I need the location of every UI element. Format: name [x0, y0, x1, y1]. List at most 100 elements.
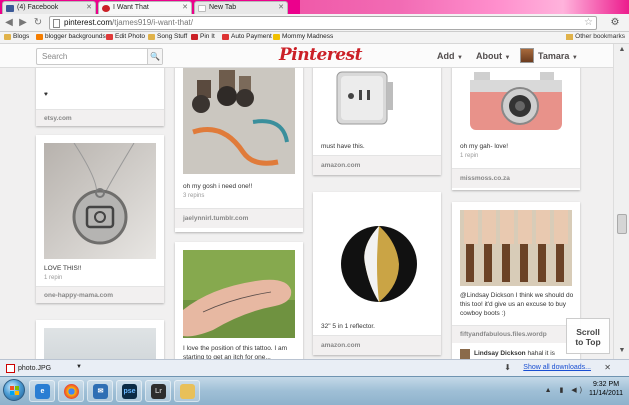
download-filename: photo.JPG	[18, 365, 52, 372]
mommy-madness-icon	[273, 34, 280, 40]
chevron-down-icon[interactable]: ▼	[76, 364, 82, 370]
taskbar: e ✉ pse Lr ▲ ▮ ◀) 9:32 PM 11/14/2011	[0, 376, 629, 405]
scroll-up-icon[interactable]: ▲	[617, 46, 627, 56]
search-icon[interactable]: 🔍	[147, 49, 162, 64]
tab-label: (4) Facebook	[17, 4, 59, 11]
bookmark-item[interactable]: Mommy Madness	[273, 33, 333, 40]
avatar[interactable]	[520, 48, 534, 63]
user-menu[interactable]: Tamara ▼	[538, 51, 578, 61]
other-bookmarks-label: Other bookmarks	[575, 33, 625, 40]
pin-image[interactable]	[321, 206, 433, 318]
commenter-name[interactable]: Lindsay Dickson	[474, 350, 526, 357]
pinterest-icon	[102, 5, 110, 12]
tab-i-want-that[interactable]: I Want That ✕	[98, 1, 192, 14]
bookmarks-bar: Blogs blogger backgrounds Edit Photo Son…	[0, 32, 629, 44]
pin-card[interactable]: oh my gosh i need one!! 3 repins jaelynn…	[175, 68, 303, 232]
pin-description: ♥	[44, 91, 48, 98]
pin-source[interactable]: amazon.com	[313, 155, 441, 175]
pin-image[interactable]	[460, 210, 572, 286]
pin-card[interactable]: must have this. amazon.com	[313, 68, 441, 175]
search-input[interactable]: Search 🔍	[36, 48, 163, 65]
pin-card[interactable]: oh my gah- love! 1 repin missmoss.co.za	[452, 68, 580, 190]
taskbar-outlook[interactable]: ✉	[87, 380, 113, 402]
auto-payment-icon	[222, 34, 229, 40]
taskbar-ie[interactable]: e	[29, 380, 55, 402]
clock-date: 11/14/2011	[589, 390, 623, 397]
pin-card[interactable]: I love the position of this tattoo. I am…	[175, 242, 303, 376]
tab-facebook[interactable]: (4) Facebook ✕	[2, 1, 96, 14]
bookmark-item[interactable]: blogger backgrounds	[36, 33, 106, 40]
bookmark-item[interactable]: Pin It	[191, 33, 215, 40]
pin-source[interactable]: missmoss.co.za	[452, 168, 580, 188]
cowboy-boots-image	[460, 210, 572, 286]
pin-card[interactable]: LOVE THIS!! 1 repin one-happy-mama.com	[36, 135, 164, 303]
wrench-icon[interactable]: ⚙	[609, 17, 621, 29]
download-item[interactable]: photo.JPG ▼	[4, 362, 84, 375]
page-icon	[53, 19, 60, 28]
close-icon[interactable]: ✕	[278, 3, 284, 11]
star-icon[interactable]: ☆	[584, 17, 593, 28]
pin-source[interactable]: one-happy-mama.com	[36, 286, 164, 303]
about-menu[interactable]: About ▼	[476, 51, 510, 61]
show-all-downloads-link[interactable]: Show all downloads...	[523, 364, 591, 371]
scroll-to-top-button[interactable]: Scroll to Top	[566, 318, 610, 354]
pin-source[interactable]: jaelynnirl.tumblr.com	[175, 208, 303, 228]
scroll-label: to Top	[575, 337, 601, 347]
forward-icon[interactable]: ▶	[17, 17, 29, 29]
scrollbar-thumb[interactable]	[617, 214, 627, 234]
pin-description: must have this.	[321, 143, 365, 150]
address-bar[interactable]: pinterest.com/tjames919/i-want-that/ ☆	[49, 16, 597, 30]
pin-card[interactable]: @Lindsay Dickson I think we should do th…	[452, 202, 580, 376]
reload-icon[interactable]: ↻	[32, 17, 44, 29]
pin-card[interactable]: 32" 5 in 1 reflector. amazon.com	[313, 192, 441, 355]
bookmark-item[interactable]: Blogs	[4, 33, 29, 40]
add-label: Add	[437, 51, 455, 61]
folder-icon	[148, 34, 155, 40]
clock[interactable]: 9:32 PM 11/14/2011	[589, 380, 623, 398]
close-icon[interactable]: ✕	[86, 3, 92, 11]
bookmark-label: Pin It	[200, 33, 215, 40]
system-tray-icons[interactable]: ▲ ▮ ◀)	[545, 386, 585, 394]
pin-image[interactable]	[183, 68, 295, 174]
tab-new-tab[interactable]: New Tab ✕	[194, 1, 288, 14]
bookmark-item[interactable]: Song Stuff	[148, 33, 187, 40]
url-path: /tjames919/i-want-that/	[112, 18, 193, 27]
taskbar-folder[interactable]	[174, 380, 200, 402]
tab-label: New Tab	[209, 4, 237, 11]
pin-image[interactable]	[183, 250, 295, 338]
bookmark-label: Mommy Madness	[282, 33, 334, 40]
taskbar-photoshop[interactable]: pse	[116, 380, 142, 402]
pin-repins: 3 repins	[183, 193, 205, 199]
pin-image[interactable]	[44, 142, 156, 259]
pin-source[interactable]: etsy.com	[36, 109, 164, 126]
back-icon[interactable]: ◀	[3, 17, 15, 29]
bookmark-item[interactable]: Edit Photo	[106, 33, 145, 40]
taskbar-lightroom[interactable]: Lr	[145, 380, 171, 402]
pinterest-header: Search 🔍 Pinterest Add ▼ About ▼ Tamara …	[0, 44, 613, 68]
pin-card[interactable]: ♥ etsy.com	[36, 68, 164, 126]
pin-source[interactable]: amazon.com	[313, 335, 441, 355]
about-label: About	[476, 51, 502, 61]
pin-description: LOVE THIS!!	[44, 265, 82, 272]
chevron-down-icon: ▼	[571, 55, 578, 61]
pin-repins: 1 repin	[460, 153, 479, 159]
pin-image[interactable]	[321, 68, 433, 130]
pin-description: oh my gah- love!	[460, 143, 509, 150]
search-placeholder: Search	[42, 52, 68, 61]
url-host: pinterest.com	[64, 18, 113, 27]
other-bookmarks[interactable]: Other bookmarks	[566, 33, 625, 40]
pin-description: @Lindsay Dickson I think we should do th…	[460, 292, 574, 317]
pin-image[interactable]	[460, 68, 572, 136]
add-menu[interactable]: Add ▼	[437, 51, 463, 61]
bookmark-item[interactable]: Auto Payment	[222, 33, 272, 40]
taskbar-chrome[interactable]	[58, 380, 84, 402]
close-icon[interactable]: ✕	[182, 3, 188, 11]
pin-description: 32" 5 in 1 reflector.	[321, 323, 375, 330]
avatar[interactable]	[460, 349, 470, 359]
pinterest-logo[interactable]: Pinterest	[279, 45, 362, 65]
pin-source[interactable]: fiftyandfabulous.files.wordp	[452, 325, 580, 343]
close-icon[interactable]: ✕	[604, 363, 611, 372]
vertical-scrollbar[interactable]: ▲ ▼	[613, 44, 629, 359]
scroll-down-icon[interactable]: ▼	[617, 347, 627, 357]
start-button[interactable]	[3, 379, 25, 401]
